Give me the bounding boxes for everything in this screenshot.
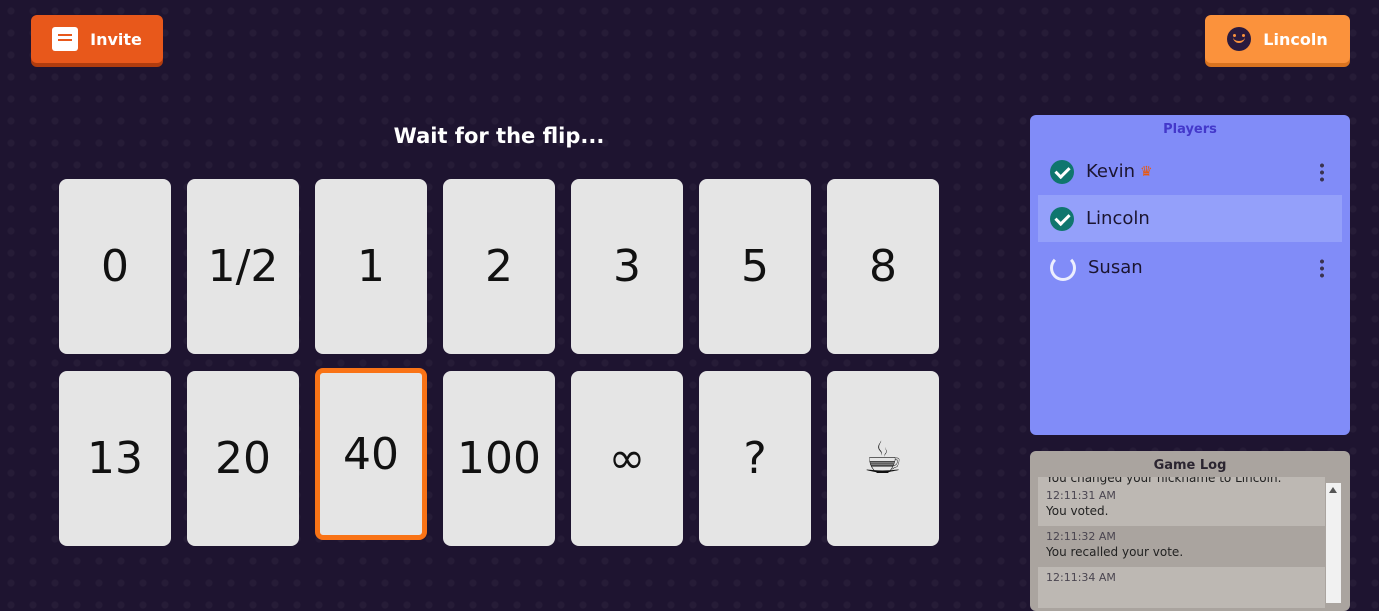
- smiley-icon: [1227, 27, 1252, 51]
- card-value: 40: [343, 428, 399, 480]
- log-entry-text: You voted.: [1046, 504, 1109, 518]
- card-half[interactable]: 1/2: [187, 179, 299, 354]
- player-row-lincoln: Lincoln: [1038, 195, 1342, 242]
- status-message: Wait for the flip...: [393, 124, 605, 148]
- card-40[interactable]: 40: [315, 368, 427, 540]
- crown-icon: ♛: [1140, 163, 1153, 180]
- coffee-cup-icon: ☕: [863, 433, 903, 484]
- card-value: 1: [357, 241, 385, 292]
- more-options-icon[interactable]: [1320, 258, 1324, 278]
- game-log-panel: Game Log You changed your nickname to Li…: [1030, 451, 1350, 611]
- user-name: Lincoln: [1263, 29, 1328, 49]
- card-8[interactable]: 8: [827, 179, 939, 354]
- card-value: 8: [869, 241, 897, 292]
- log-entry-time: 12:11:34 AM: [1046, 571, 1116, 584]
- game-log-title: Game Log: [1153, 458, 1227, 473]
- envelope-icon: [52, 27, 79, 51]
- players-panel: Players Kevin ♛ Lincoln Susan: [1030, 115, 1350, 435]
- log-entry-time: 12:11:31 AM: [1046, 489, 1116, 502]
- log-entry-text: You recalled your vote.: [1046, 545, 1184, 559]
- log-entry: 12:11:34 AM: [1038, 567, 1325, 608]
- card-1[interactable]: 1: [315, 179, 427, 354]
- log-entry: 12:11:32 AM You recalled your vote.: [1038, 526, 1325, 567]
- player-row-susan: Susan: [1038, 244, 1342, 291]
- invite-button[interactable]: Invite: [31, 15, 163, 63]
- card-value: 2: [485, 241, 513, 292]
- player-name: Susan: [1088, 257, 1143, 278]
- card-question[interactable]: ?: [699, 371, 811, 546]
- card-0[interactable]: 0: [59, 179, 171, 354]
- log-entry: 12:11:31 AM You voted.: [1038, 485, 1325, 526]
- card-20[interactable]: 20: [187, 371, 299, 546]
- card-2[interactable]: 2: [443, 179, 555, 354]
- log-entry-time: 12:11:32 AM: [1046, 530, 1116, 543]
- card-infinity[interactable]: ∞: [571, 371, 683, 546]
- scroll-up-arrow-icon[interactable]: [1329, 487, 1337, 493]
- card-100[interactable]: 100: [443, 371, 555, 546]
- player-name: Lincoln: [1086, 208, 1150, 229]
- card-coffee[interactable]: ☕: [827, 371, 939, 546]
- game-log-list[interactable]: You changed your nickname to Lincoln. 12…: [1038, 477, 1325, 611]
- card-value: 5: [741, 241, 769, 292]
- game-log-scrollbar[interactable]: [1326, 483, 1341, 603]
- check-circle-icon: [1050, 159, 1074, 184]
- player-name: Kevin: [1086, 161, 1136, 182]
- card-value: ∞: [608, 433, 646, 484]
- card-value: 1/2: [207, 241, 279, 292]
- players-title: Players: [1163, 122, 1217, 137]
- card-5[interactable]: 5: [699, 179, 811, 354]
- card-value: 3: [613, 241, 641, 292]
- user-menu-button[interactable]: Lincoln: [1205, 15, 1350, 63]
- card-13[interactable]: 13: [59, 371, 171, 546]
- card-value: 20: [215, 433, 271, 484]
- card-value: ?: [743, 433, 767, 484]
- invite-label: Invite: [90, 29, 142, 49]
- card-value: 100: [457, 433, 541, 484]
- card-value: 0: [101, 241, 129, 292]
- check-circle-icon: [1050, 206, 1074, 231]
- more-options-icon[interactable]: [1320, 162, 1324, 182]
- card-value: 13: [87, 433, 143, 484]
- log-entry-text: You changed your nickname to Lincoln.: [1038, 477, 1325, 485]
- loading-spinner-icon: [1050, 254, 1076, 281]
- player-row-kevin: Kevin ♛: [1038, 148, 1342, 195]
- card-3[interactable]: 3: [571, 179, 683, 354]
